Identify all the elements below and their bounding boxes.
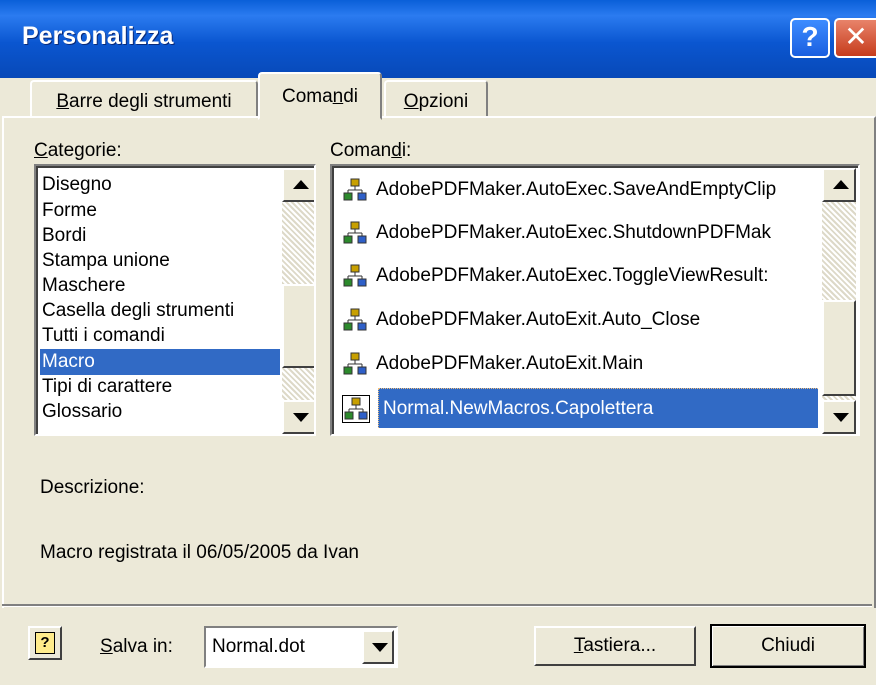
tab-label: pzioni (418, 91, 469, 112)
command-text: AdobePDFMaker.AutoExec.SaveAndEmptyClip (376, 179, 777, 200)
macro-icon (343, 221, 367, 244)
category-item[interactable]: Casella degli strumenti (42, 298, 234, 324)
scroll-thumb[interactable] (282, 284, 314, 368)
close-button[interactable]: Chiudi (710, 624, 866, 668)
command-item[interactable]: AdobePDFMaker.AutoExit.Main (342, 344, 818, 384)
accel-char: S (100, 636, 113, 657)
arrow-down-icon (293, 413, 309, 422)
category-item[interactable]: Stampa unione (42, 248, 170, 274)
description-text: Macro registrata il 06/05/2005 da Ivan (40, 542, 359, 563)
tab-commands[interactable]: Comandi (258, 72, 382, 120)
label-text: ategorie: (47, 140, 122, 161)
save-in-label: Salva in: (100, 636, 173, 658)
chevron-down-icon (372, 643, 388, 652)
label-text: Coman (330, 140, 392, 161)
save-in-dropdown-button[interactable] (362, 630, 394, 664)
accel-char: T (573, 635, 584, 656)
tab-label-accel: n (332, 86, 344, 107)
close-icon: ✕ (844, 21, 868, 52)
dialog-title: Personalizza (22, 22, 174, 50)
category-item[interactable]: Bordi (42, 223, 86, 249)
save-in-combobox[interactable]: Normal.dot (204, 626, 398, 668)
command-text: AdobePDFMaker.AutoExec.ToggleViewResult: (376, 265, 769, 286)
category-item[interactable]: Glossario (42, 399, 122, 425)
macro-icon (343, 308, 367, 331)
keyboard-button[interactable]: Tastiera... (534, 626, 696, 666)
commands-listbox[interactable]: AdobePDFMaker.AutoExec.SaveAndEmptyClip … (330, 164, 860, 436)
tab-label: Coma (281, 86, 333, 107)
scroll-down-button[interactable] (822, 400, 856, 434)
macro-icon (343, 264, 367, 287)
categories-scrollbar[interactable] (282, 168, 314, 434)
command-text: AdobePDFMaker.AutoExit.Auto_Close (376, 309, 701, 330)
close-titlebar-button[interactable]: ✕ (834, 18, 876, 58)
macro-icon (343, 352, 367, 375)
command-item[interactable]: AdobePDFMaker.AutoExec.SaveAndEmptyClip (342, 170, 818, 210)
tab-label-accel: O (403, 91, 419, 112)
button-label: astiera... (583, 635, 657, 656)
command-item[interactable]: AdobePDFMaker.AutoExec.ToggleViewResult: (342, 256, 818, 296)
command-item[interactable]: AdobePDFMaker.AutoExec.ShutdownPDFMak (342, 213, 818, 253)
arrow-up-icon (833, 180, 849, 189)
category-item[interactable]: Tutti i comandi (42, 323, 165, 349)
categories-listbox[interactable]: Disegno Forme Bordi Stampa unione Masche… (34, 164, 316, 436)
scroll-thumb[interactable] (822, 300, 856, 396)
accel-char: C (34, 140, 48, 161)
question-icon: ? (801, 21, 819, 52)
categories-label: Categorie: (34, 140, 122, 162)
listbox-inner: Disegno Forme Bordi Stampa unione Masche… (36, 166, 314, 434)
command-text: AdobePDFMaker.AutoExec.ShutdownPDFMak (376, 222, 771, 243)
category-item-selected[interactable]: Macro (40, 349, 280, 375)
command-item[interactable]: AdobePDFMaker.AutoExit.Auto_Close (342, 300, 818, 340)
help-button[interactable]: ? (28, 626, 62, 660)
tab-options[interactable]: Opzioni (384, 80, 488, 120)
title-bar[interactable]: Personalizza ? ✕ (0, 0, 876, 78)
scroll-up-button[interactable] (282, 168, 314, 202)
tab-label: di (343, 86, 359, 107)
label-text: i: (401, 140, 412, 161)
listbox-inner: AdobePDFMaker.AutoExec.SaveAndEmptyClip … (332, 166, 858, 434)
scroll-down-button[interactable] (282, 400, 314, 434)
description-label: Descrizione: (40, 477, 145, 498)
commands-scrollbar[interactable] (822, 168, 856, 434)
tab-label: arre degli strumenti (69, 91, 232, 112)
panel-bottom-edge (2, 604, 872, 607)
save-in-value: Normal.dot (212, 636, 305, 657)
tab-label-accel: B (56, 91, 70, 112)
accel-char: d (391, 140, 402, 161)
category-item[interactable]: Disegno (42, 172, 112, 198)
category-item[interactable]: Forme (42, 198, 97, 224)
command-item-selected[interactable]: Normal.NewMacros.Capolettera (342, 388, 818, 428)
label-text: alva in: (112, 636, 173, 657)
command-text: AdobePDFMaker.AutoExit.Main (376, 353, 644, 374)
macro-icon (342, 394, 370, 423)
arrow-down-icon (833, 413, 849, 422)
macro-icon (343, 178, 367, 201)
category-item[interactable]: Maschere (42, 273, 125, 299)
command-text: Normal.NewMacros.Capolettera (378, 388, 818, 428)
scroll-up-button[interactable] (822, 168, 856, 202)
arrow-up-icon (293, 180, 309, 189)
tab-toolbars[interactable]: Barre degli strumenti (30, 80, 258, 120)
customize-dialog: Personalizza ? ✕ Barre degli strumenti C… (0, 0, 876, 685)
help-titlebar-button[interactable]: ? (790, 18, 830, 58)
commands-label: Comandi: (330, 140, 411, 162)
category-item[interactable]: Tipi di carattere (42, 374, 172, 400)
help-icon: ? (35, 632, 55, 654)
